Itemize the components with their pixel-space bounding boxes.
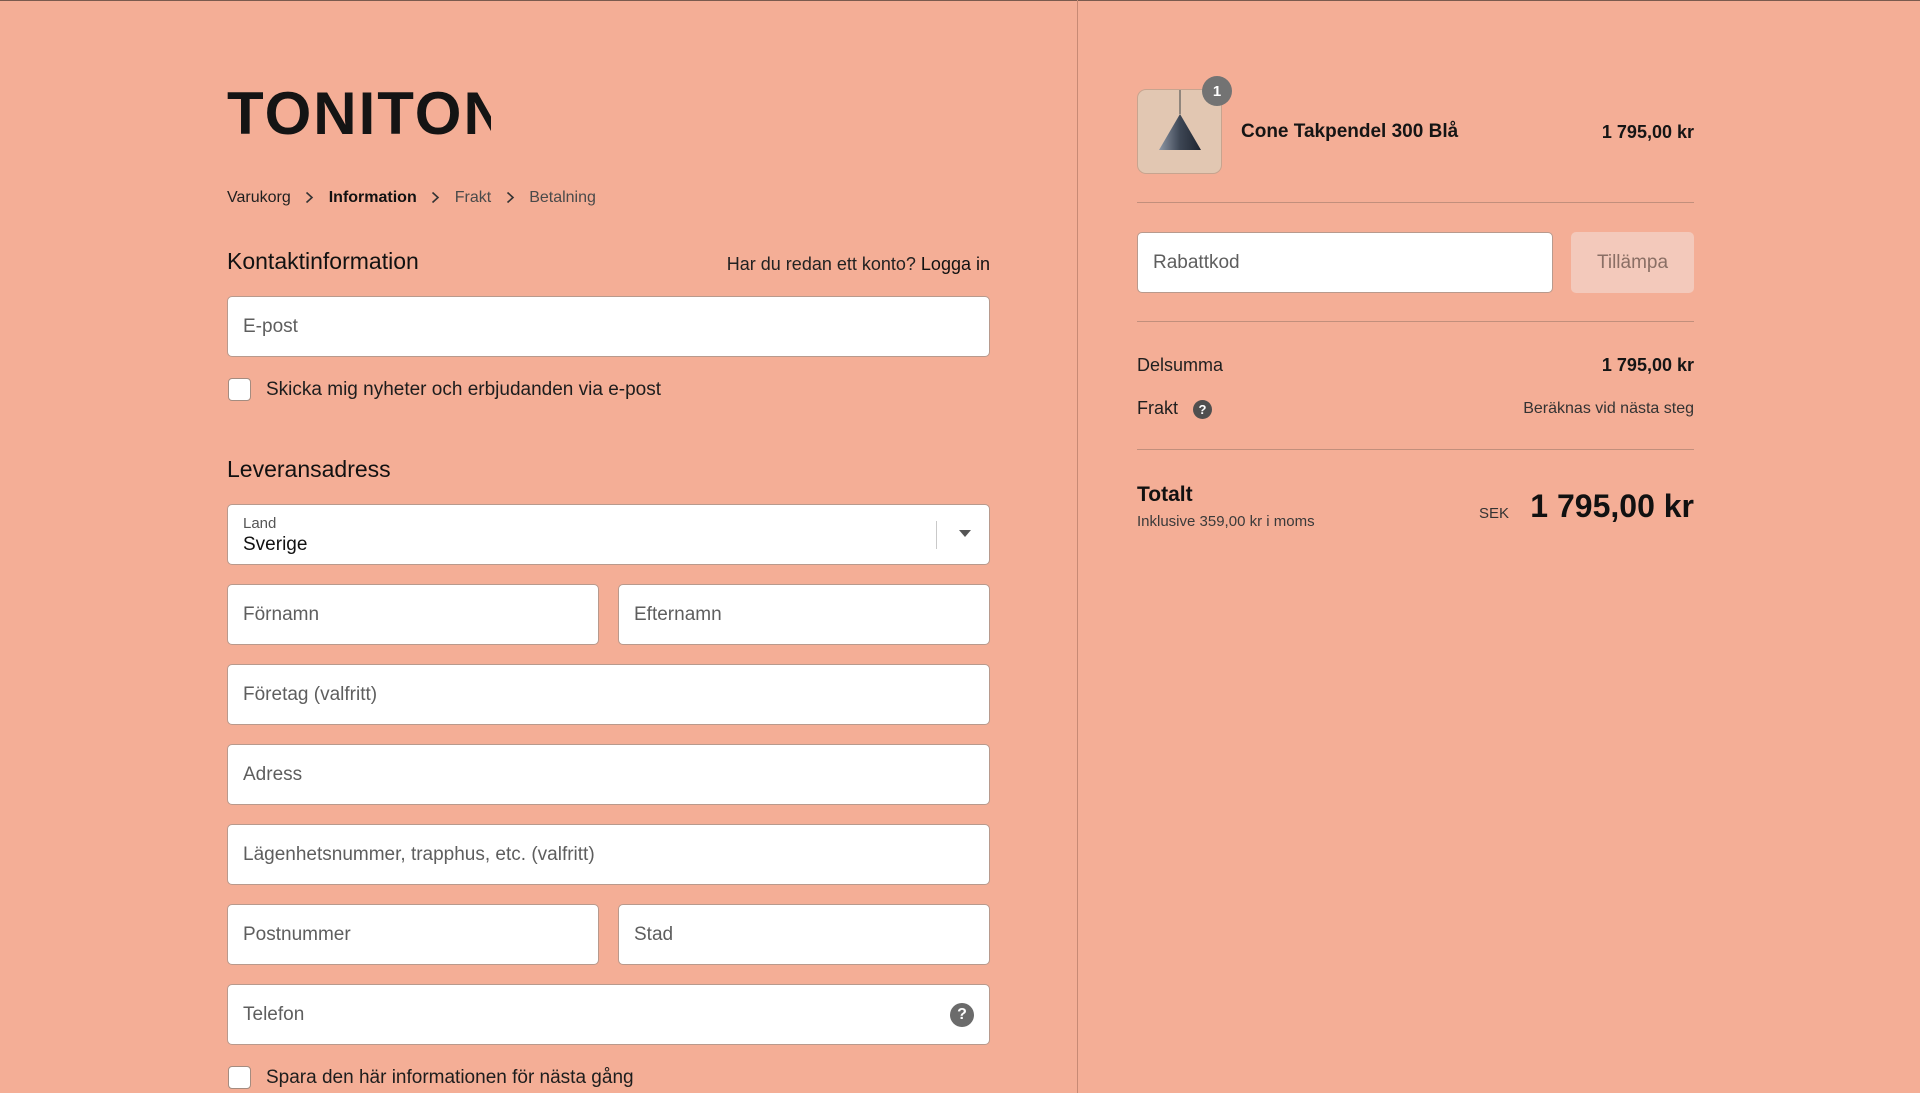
company-field[interactable] [227, 664, 990, 725]
currency-code: SEK [1478, 505, 1509, 522]
apply-discount-button[interactable]: Tillämpa [1571, 232, 1694, 293]
save-info-label: Spara den här informationen för nästa gå… [266, 1066, 634, 1088]
chevron-right-icon [417, 189, 455, 207]
shipping-section-title: Leveransadress [227, 456, 391, 482]
newsletter-checkbox[interactable] [228, 378, 251, 401]
total-amount: 1 795,00 kr [1530, 488, 1694, 524]
apartment-input[interactable] [243, 843, 974, 866]
breadcrumb: Varukorg Information Frakt Betalning [227, 189, 596, 207]
breadcrumb-information: Information [328, 189, 417, 206]
product-name: Cone Takpendel 300 Blå [1241, 121, 1459, 142]
summary-divider [1137, 202, 1694, 203]
subtotal-value: 1 795,00 kr [1601, 355, 1694, 375]
postal-code-field[interactable] [227, 904, 599, 965]
country-select[interactable]: Land Sverige [227, 504, 990, 565]
shipping-value: Beräknas vid nästa steg [1523, 400, 1694, 417]
shipping-label: Frakt [1137, 398, 1179, 418]
total-label: Totalt [1137, 483, 1193, 506]
city-input[interactable] [634, 923, 974, 946]
help-icon[interactable]: ? [1193, 399, 1213, 419]
brand-logo[interactable]: TONITON [227, 88, 491, 140]
apartment-field[interactable] [227, 824, 990, 885]
save-info-checkbox[interactable] [228, 1066, 251, 1089]
login-prompt-text: Har du redan ett konto? [726, 254, 916, 274]
quantity-badge: 1 [1202, 76, 1232, 106]
phone-input[interactable] [243, 1003, 974, 1026]
checkout-page: TONITON Varukorg Information Frakt Betal… [0, 0, 1920, 1093]
newsletter-label: Skicka mig nyheter och erbjudanden via e… [266, 378, 662, 400]
breadcrumb-betalning: Betalning [529, 189, 596, 206]
brand-logo-text: TONITON [227, 88, 491, 140]
help-icon[interactable]: ? [950, 1003, 974, 1027]
column-divider [1077, 0, 1078, 1093]
email-input[interactable] [243, 315, 974, 338]
summary-divider [1137, 321, 1694, 322]
last-name-field[interactable] [618, 584, 990, 645]
last-name-input[interactable] [634, 603, 974, 626]
address-field[interactable] [227, 744, 990, 805]
login-prompt: Har du redan ett konto? Logga in [727, 254, 990, 275]
shipping-row-label: Frakt ? [1137, 398, 1213, 419]
address-input[interactable] [243, 763, 974, 786]
summary-divider [1137, 449, 1694, 450]
newsletter-option[interactable]: Skicka mig nyheter och erbjudanden via e… [228, 378, 661, 401]
chevron-down-icon [959, 530, 971, 537]
discount-code-input[interactable] [1153, 251, 1537, 274]
tax-note: Inklusive 359,00 kr i moms [1137, 513, 1315, 530]
country-label: Land [243, 515, 277, 532]
country-value: Sverige [243, 534, 308, 555]
email-field[interactable] [227, 296, 990, 357]
chevron-right-icon [291, 189, 329, 207]
product-price: 1 795,00 kr [1601, 122, 1694, 142]
save-info-option[interactable]: Spara den här informationen för nästa gå… [228, 1066, 634, 1089]
phone-field[interactable]: ? [227, 984, 990, 1045]
chevron-right-icon [491, 189, 529, 207]
contact-section-title: Kontaktinformation [227, 248, 419, 274]
breadcrumb-frakt: Frakt [454, 189, 492, 206]
city-field[interactable] [618, 904, 990, 965]
postal-code-input[interactable] [243, 923, 583, 946]
breadcrumb-varukorg[interactable]: Varukorg [227, 189, 291, 207]
login-link[interactable]: Logga in [921, 254, 990, 274]
top-border [0, 0, 1920, 1]
first-name-field[interactable] [227, 584, 599, 645]
subtotal-label: Delsumma [1137, 355, 1224, 375]
first-name-input[interactable] [243, 603, 583, 626]
discount-code-field[interactable] [1137, 232, 1553, 293]
select-separator [936, 521, 937, 549]
company-input[interactable] [243, 683, 974, 706]
